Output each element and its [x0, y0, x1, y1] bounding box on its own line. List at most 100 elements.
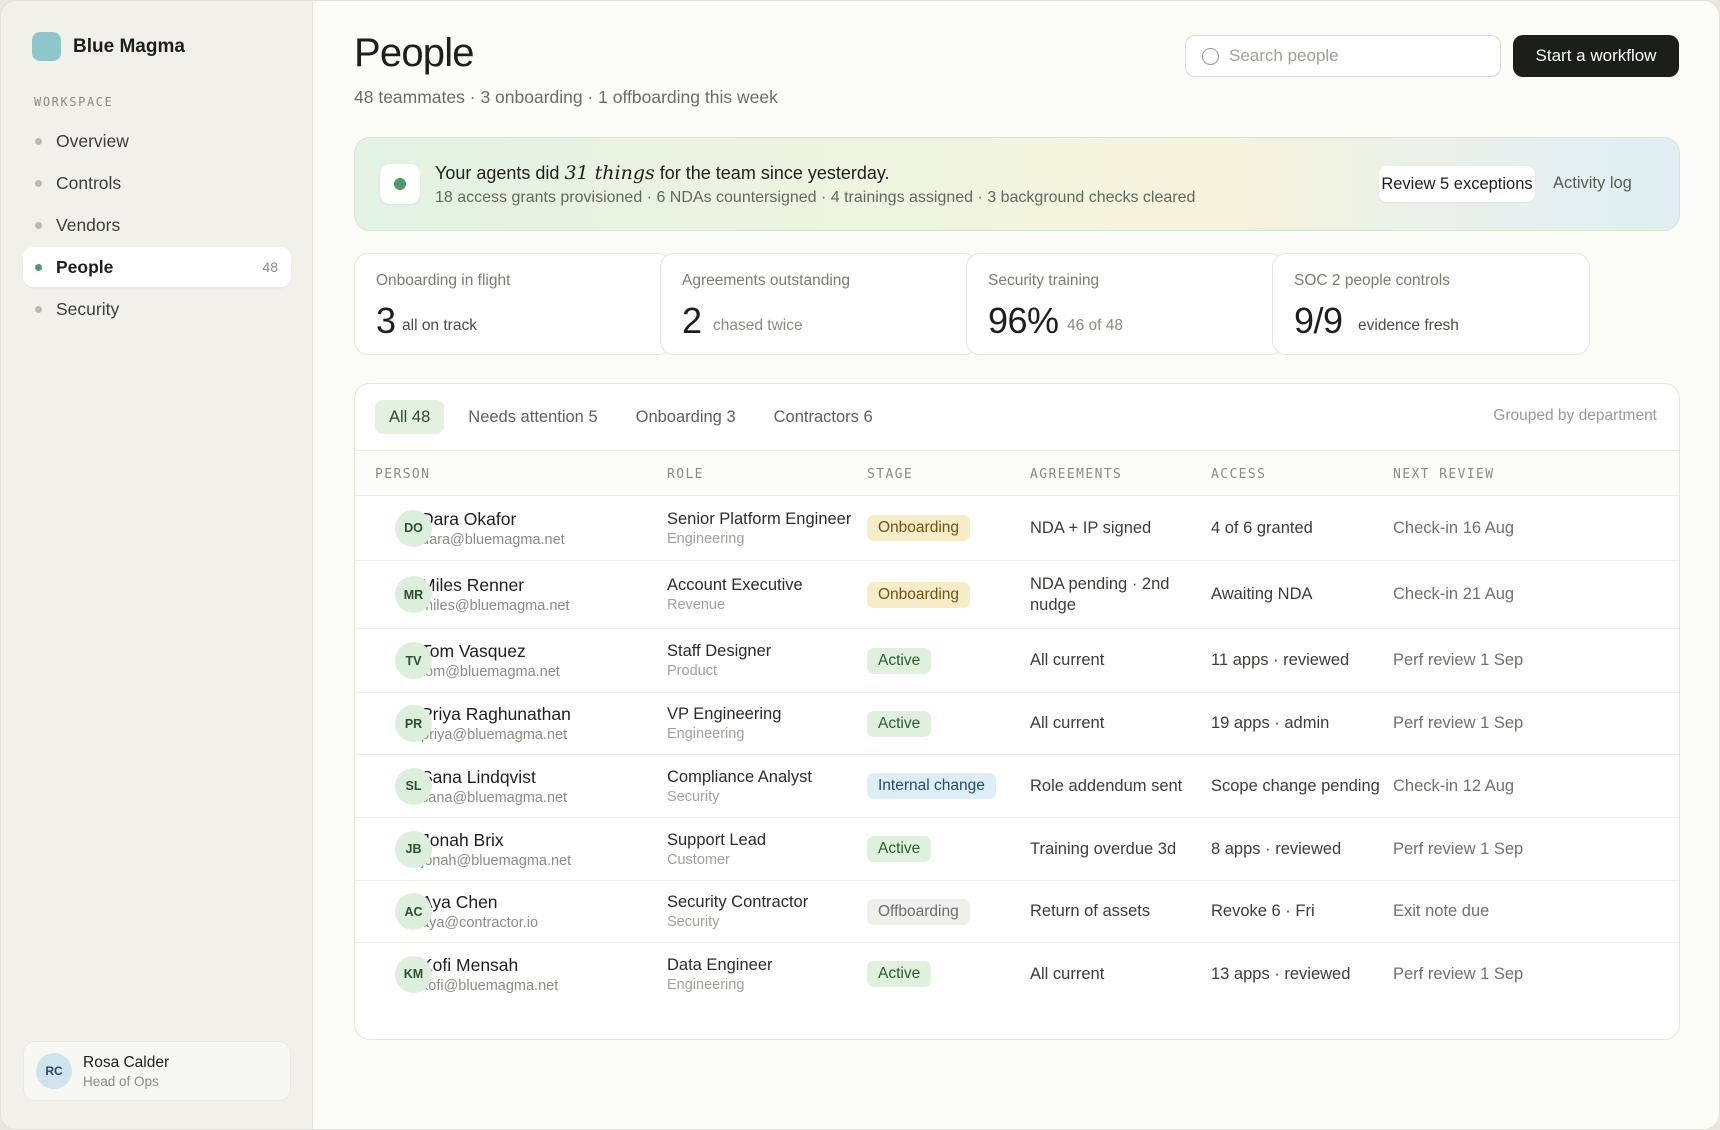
next-review-cell: Exit note due — [1393, 881, 1663, 942]
access-cell: 8 apps · reviewed — [1211, 818, 1389, 880]
table-row[interactable]: DO Dara Okafor dara@bluemagma.net Senior Pl… — [355, 496, 1679, 561]
person-info: Aya Chen aya@contractor.io — [421, 892, 655, 931]
bullet-icon — [35, 137, 42, 145]
person-email: aya@contractor.io — [421, 915, 539, 931]
review-exceptions-button[interactable]: Review 5 exceptions — [1379, 166, 1535, 202]
stage-cell: Offboarding — [867, 881, 1027, 942]
person-name[interactable]: Miles Renner — [421, 575, 655, 596]
table-row[interactable]: PR Priya Raghunathan priya@bluemagma.net VP… — [355, 693, 1679, 755]
access-status: 4 of 6 granted — [1211, 518, 1313, 537]
avatar: AC — [395, 893, 432, 930]
search-icon — [1202, 47, 1219, 65]
person-name[interactable]: Tom Vasquez — [421, 641, 655, 662]
tab-contractors[interactable]: Contractors 6 — [760, 400, 887, 434]
table-row[interactable]: KM Kofi Mensah kofi@bluemagma.net Data Engi… — [355, 943, 1679, 1005]
role-title: Data Engineer — [667, 955, 773, 974]
brand-logo-icon — [32, 32, 61, 61]
stat-card-agreements: Agreements outstanding 2 chased twice — [660, 253, 978, 355]
agreements-cell: NDA + IP signed — [1030, 496, 1200, 560]
stage-cell: Active — [867, 629, 1027, 692]
next-review-cell: Check-in 21 Aug — [1393, 561, 1663, 628]
column-header-role[interactable]: ROLE — [667, 467, 704, 482]
current-user-card[interactable]: RC Rosa Calder Head of Ops — [23, 1041, 291, 1101]
access-cell: 13 apps · reviewed — [1211, 943, 1389, 1005]
sidebar-item-label: People — [56, 256, 114, 277]
stat-card-onboarding: Onboarding in flight 3 all on track — [354, 253, 672, 355]
status-badge: Active — [867, 961, 932, 987]
table-row[interactable]: AC Aya Chen aya@contractor.io Security Cont… — [355, 881, 1679, 943]
activity-log-link[interactable]: Activity log — [1553, 174, 1632, 193]
stage-cell: Active — [867, 818, 1027, 880]
agreements-cell: All current — [1030, 629, 1200, 692]
tab-all[interactable]: All 48 — [375, 400, 445, 434]
sidebar-item-security[interactable]: Security — [23, 289, 291, 329]
stage-cell: Onboarding — [867, 496, 1027, 560]
person-name[interactable]: Sana Lindqvist — [421, 767, 655, 788]
brand[interactable]: Blue Magma — [32, 32, 185, 61]
person-cell: TV Tom Vasquez tom@bluemagma.net — [375, 629, 655, 692]
sidebar-item-controls[interactable]: Controls — [23, 163, 291, 203]
table-row[interactable]: SL Sana Lindqvist sana@bluemagma.net Compli… — [355, 755, 1679, 818]
person-name[interactable]: Kofi Mensah — [421, 955, 655, 976]
role-cell: Data Engineer Engineering — [667, 943, 862, 1005]
person-name[interactable]: Jonah Brix — [421, 830, 655, 851]
agreements-status: Role addendum sent — [1030, 776, 1183, 795]
table-row[interactable]: MR Miles Renner miles@bluemagma.net Account… — [355, 561, 1679, 629]
table-row[interactable]: JB Jonah Brix jonah@bluemagma.net Support L… — [355, 818, 1679, 881]
start-workflow-button[interactable]: Start a workflow — [1513, 35, 1679, 77]
next-review: Check-in 12 Aug — [1393, 776, 1515, 795]
column-header-stage[interactable]: STAGE — [867, 467, 913, 482]
status-dot-icon — [394, 178, 406, 190]
agreements-status: All current — [1030, 651, 1105, 670]
role-cell: VP Engineering Engineering — [667, 693, 862, 754]
role-title: Compliance Analyst — [667, 767, 812, 786]
tab-onboarding[interactable]: Onboarding 3 — [622, 400, 750, 434]
brand-name: Blue Magma — [73, 35, 185, 57]
access-status: 11 apps · reviewed — [1211, 651, 1350, 670]
person-name[interactable]: Dara Okafor — [421, 509, 655, 530]
status-badge: Onboarding — [867, 581, 971, 608]
agreements-cell: NDA pending · 2nd nudge — [1030, 561, 1200, 628]
section-label-workspace: WORKSPACE — [34, 95, 114, 109]
role-cell: Support Lead Customer — [667, 818, 862, 880]
column-header-person[interactable]: PERSON — [375, 467, 430, 482]
grouping-selector[interactable]: Grouped by department — [1493, 407, 1657, 425]
person-name[interactable]: Priya Raghunathan — [421, 704, 655, 725]
stage-cell: Onboarding — [867, 561, 1027, 628]
person-cell: MR Miles Renner miles@bluemagma.net — [375, 561, 655, 628]
person-info: Jonah Brix jonah@bluemagma.net — [421, 830, 655, 869]
person-name[interactable]: Aya Chen — [421, 892, 655, 913]
banner-title: Your agents did 31 things for the team s… — [435, 162, 890, 184]
person-info: Dara Okafor dara@bluemagma.net — [421, 509, 655, 548]
role-title: VP Engineering — [667, 705, 782, 723]
stage-cell: Internal change — [867, 755, 1027, 817]
bullet-icon — [35, 179, 42, 187]
filter-tabs: All 48 Needs attention 5 Onboarding 3 Co… — [375, 400, 887, 434]
stat-label: Agreements outstanding — [682, 272, 851, 289]
status-badge: Active — [867, 710, 932, 737]
agent-activity-banner: Your agents did 31 things for the team s… — [354, 137, 1680, 231]
column-header-agreements[interactable]: AGREEMENTS — [1030, 467, 1122, 482]
column-header-access[interactable]: ACCESS — [1211, 467, 1266, 482]
search-box[interactable] — [1185, 35, 1501, 77]
next-review: Exit note due — [1393, 902, 1490, 921]
sidebar-item-overview[interactable]: Overview — [23, 121, 291, 161]
banner-summary: 18 access grants provisioned · 6 NDAs co… — [435, 189, 1196, 206]
sidebar-item-people[interactable]: People 48 — [23, 247, 291, 287]
next-review-cell: Perf review 1 Sep — [1393, 943, 1663, 1005]
sidebar-item-vendors[interactable]: Vendors — [23, 205, 291, 245]
search-input[interactable] — [1229, 46, 1479, 66]
agreements-cell: Training overdue 3d — [1030, 818, 1200, 880]
person-info: Sana Lindqvist sana@bluemagma.net — [421, 767, 655, 806]
person-email: priya@bluemagma.net — [421, 727, 568, 743]
person-cell: AC Aya Chen aya@contractor.io — [375, 881, 655, 942]
avatar: JB — [395, 830, 432, 868]
role-department: Customer — [667, 851, 730, 868]
column-header-next-review[interactable]: NEXT REVIEW — [1393, 467, 1495, 482]
access-cell: Awaiting NDA — [1211, 561, 1389, 628]
access-cell: Revoke 6 · Fri — [1211, 881, 1389, 942]
agreements-cell: All current — [1030, 943, 1200, 1005]
stat-value: 3 — [376, 300, 396, 341]
tab-needs-attention[interactable]: Needs attention 5 — [454, 400, 611, 434]
table-row[interactable]: TV Tom Vasquez tom@bluemagma.net Staff Desi… — [355, 629, 1679, 693]
